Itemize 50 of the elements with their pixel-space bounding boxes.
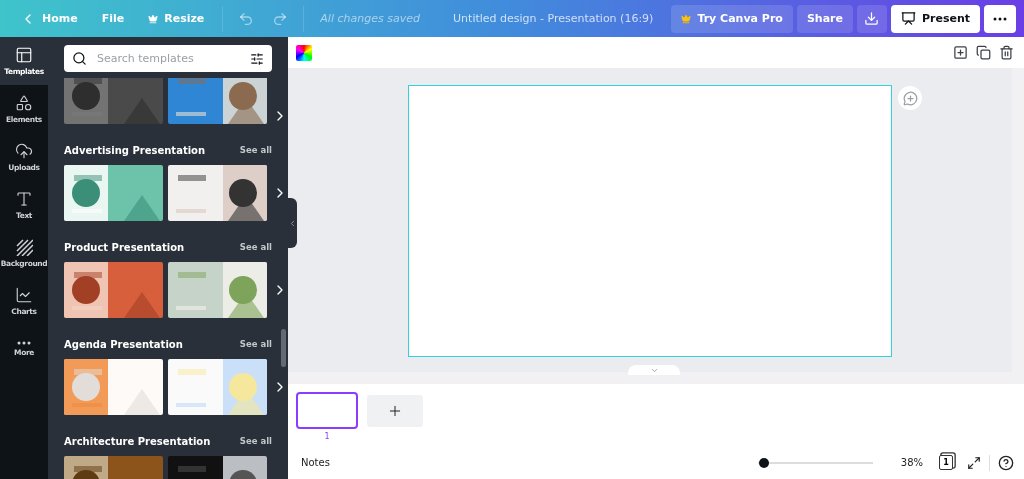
comment-plus-icon: [902, 90, 918, 106]
redo-icon: [272, 10, 289, 27]
see-all-link[interactable]: See all: [239, 145, 272, 155]
duplicate-icon[interactable]: [976, 45, 991, 60]
section-title: Agenda Presentation: [64, 338, 183, 350]
present-button[interactable]: Present: [890, 4, 980, 33]
filter-icon[interactable]: [250, 51, 264, 66]
page-number: 1: [324, 432, 330, 441]
zoom-value: 38%: [900, 457, 923, 468]
fullscreen-icon[interactable]: [967, 455, 981, 470]
section-title: Product Presentation: [64, 241, 185, 253]
crown-icon: [681, 13, 692, 24]
try-pro-button[interactable]: Try Canva Pro: [671, 4, 793, 33]
shapes-icon: [15, 94, 33, 112]
add-comment-button[interactable]: [898, 86, 922, 110]
notes-button[interactable]: Notes: [301, 457, 330, 468]
scrollbar[interactable]: [281, 329, 286, 367]
share-button[interactable]: Share: [796, 4, 853, 33]
section-title: Advertising Presentation: [64, 144, 206, 156]
add-page-icon[interactable]: [953, 45, 968, 60]
undo-icon: [238, 10, 255, 27]
see-all-link[interactable]: See all: [239, 339, 272, 349]
more-button[interactable]: [984, 4, 1016, 33]
cloud-upload-icon: [15, 142, 33, 160]
more-icon: [993, 16, 1007, 21]
zoom-thumb[interactable]: [758, 457, 769, 468]
hatch-icon: [15, 238, 33, 256]
page-count-button[interactable]: 1: [939, 455, 953, 470]
crown-icon: [148, 13, 159, 24]
search-icon: [72, 51, 87, 66]
collapse-handle[interactable]: [288, 198, 297, 248]
plus-icon: [387, 403, 403, 419]
more-icon: [17, 341, 31, 345]
download-button[interactable]: [856, 4, 887, 33]
scrollbar[interactable]: [288, 372, 1024, 384]
chevron-left-icon: [288, 218, 297, 228]
download-icon: [864, 11, 880, 26]
section-title: Architecture Presentation: [64, 435, 211, 447]
text-icon: [15, 190, 33, 208]
presentation-icon: [900, 11, 916, 26]
save-status: All changes saved: [320, 12, 420, 25]
trash-icon[interactable]: [999, 45, 1014, 60]
template-icon: [15, 46, 33, 64]
color-picker[interactable]: [296, 44, 312, 61]
help-icon[interactable]: [998, 454, 1014, 471]
search-bar[interactable]: Search templates: [64, 45, 272, 72]
see-all-link[interactable]: See all: [239, 242, 272, 252]
see-all-link[interactable]: See all: [239, 436, 272, 446]
line-chart-icon: [15, 286, 33, 304]
page-thumbnail[interactable]: [296, 392, 358, 429]
